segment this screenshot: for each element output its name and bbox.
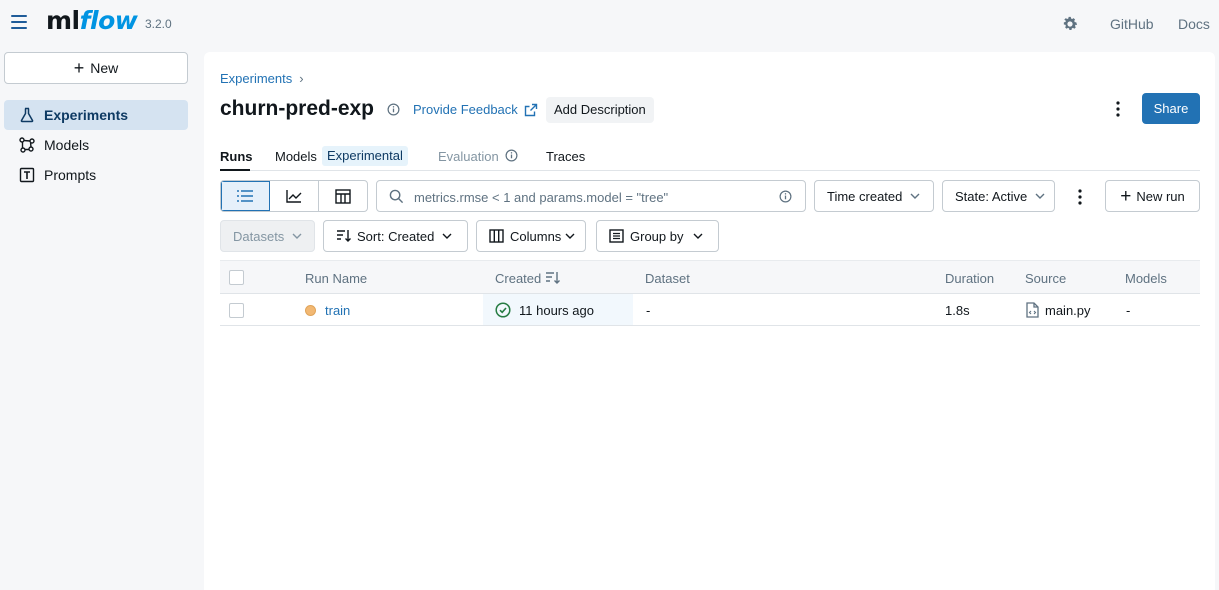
chevron-down-icon [693,233,703,239]
sort-label: Sort: Created [357,228,435,244]
chevron-down-icon [565,233,575,239]
tab-bar: Runs Models Experimental Evaluation Trac… [220,140,1200,171]
sort-icon [337,230,351,242]
sidebar-item-label: Prompts [44,167,97,183]
menu-icon[interactable] [11,15,27,31]
column-header-duration[interactable]: Duration [945,271,994,286]
info-icon[interactable] [779,190,792,203]
view-mode-toggle [220,180,368,212]
select-all-checkbox[interactable] [229,270,244,285]
page-title: churn-pred-exp [220,97,375,120]
breadcrumb-separator: › [299,71,304,86]
sidebar-item-prompts[interactable]: Prompts [4,160,188,190]
main-panel: Experiments › churn-pred-exp Provide Feed… [204,52,1215,590]
flask-icon [20,107,34,123]
logo-ml-text: ml [46,6,80,35]
provide-feedback-link[interactable]: Provide Feedback [413,102,538,117]
table-header: Run Name Created Dataset Duration Source… [220,260,1200,294]
group-icon [609,229,624,243]
new-button-label: New [90,60,119,76]
external-link-icon [524,103,537,116]
info-icon[interactable] [505,149,518,162]
prompt-icon [19,167,35,183]
add-description-button[interactable]: Add Description [546,97,654,123]
sidebar-item-models[interactable]: Models [4,130,188,160]
info-icon[interactable] [387,103,400,116]
sort-dropdown[interactable]: Sort: Created [323,220,468,252]
columns-dropdown[interactable]: Columns [476,220,586,252]
breadcrumb: Experiments › [220,71,304,86]
table-row: train 11 hours ago - 1.8s main.py - [220,294,1200,326]
more-options-icon[interactable] [1074,188,1086,206]
sidebar-item-label: Models [44,137,90,153]
chart-icon [286,190,302,203]
version-label: 3.2.0 [145,17,172,31]
experimental-badge: Experimental [322,146,408,166]
tab-traces[interactable]: Traces [546,149,585,164]
columns-icon [489,229,504,243]
sort-descending-icon[interactable] [545,271,561,285]
check-circle-icon [495,302,511,318]
plus-icon: + [73,58,85,78]
models-cell: - [1126,303,1131,318]
created-cell: 11 hours ago [483,294,633,325]
active-tab-indicator [220,169,250,171]
column-header-created[interactable]: Created [495,271,541,286]
new-button[interactable]: + New [4,52,188,84]
new-run-button[interactable]: + New run [1105,180,1200,212]
run-name-link[interactable]: train [325,303,350,318]
list-icon [237,190,253,202]
mlflow-logo[interactable]: mlflow [46,6,138,35]
share-button[interactable]: Share [1142,93,1200,124]
table-icon [335,188,351,204]
row-checkbox[interactable] [229,303,244,318]
datasets-dropdown[interactable]: Datasets [220,220,315,252]
sidebar-item-label: Experiments [44,107,129,123]
gear-icon[interactable] [1061,15,1079,33]
plus-icon: + [1120,185,1132,207]
search-placeholder: metrics.rmse < 1 and params.model = "tre… [414,190,669,205]
chevron-down-icon [910,193,920,199]
feedback-label: Provide Feedback [413,102,518,117]
group-by-label: Group by [630,228,684,244]
sidebar-item-experiments[interactable]: Experiments [4,100,188,130]
search-icon [389,189,404,204]
new-run-label: New run [1136,188,1185,204]
column-header-source[interactable]: Source [1025,271,1066,286]
search-input[interactable]: metrics.rmse < 1 and params.model = "tre… [376,180,806,212]
columns-label: Columns [510,228,562,244]
github-link[interactable]: GitHub [1110,16,1154,32]
tab-evaluation[interactable]: Evaluation [438,149,499,164]
chart-view-button[interactable] [270,181,319,211]
column-header-models[interactable]: Models [1125,271,1167,286]
logo-flow-text: flow [79,6,138,35]
state-filter-dropdown[interactable]: State: Active [942,180,1055,212]
chevron-down-icon [442,233,452,239]
dataset-cell: - [646,303,651,318]
models-icon [19,137,35,153]
column-header-dataset[interactable]: Dataset [645,271,690,286]
table-view-button[interactable] [319,181,367,211]
duration-cell: 1.8s [945,303,970,318]
breadcrumb-experiments[interactable]: Experiments [220,71,292,86]
chevron-down-icon [1035,193,1045,199]
group-by-dropdown[interactable]: Group by [596,220,719,252]
list-view-button[interactable] [221,181,270,211]
run-status-dot [305,305,316,316]
tab-runs[interactable]: Runs [220,149,253,164]
more-options-icon[interactable] [1112,99,1124,119]
file-code-icon [1026,302,1039,318]
state-filter-label: State: Active [955,188,1028,204]
source-cell[interactable]: main.py [1045,303,1091,318]
chevron-down-icon [292,233,302,239]
column-header-run-name[interactable]: Run Name [305,271,367,286]
docs-link[interactable]: Docs [1178,16,1210,32]
datasets-label: Datasets [233,228,285,244]
top-bar: mlflow 3.2.0 GitHub Docs [0,0,1219,48]
created-time: 11 hours ago [519,303,594,318]
time-created-dropdown[interactable]: Time created [814,180,934,212]
tab-models[interactable]: Models [275,149,317,164]
time-filter-label: Time created [827,188,903,204]
